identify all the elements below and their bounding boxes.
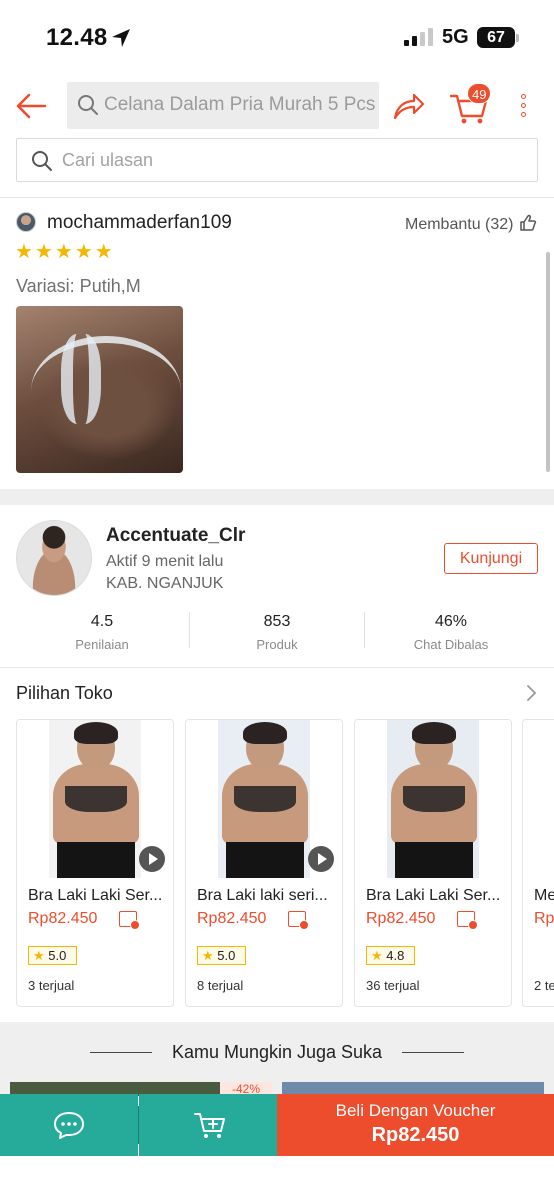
product-title: Bra Laki Laki Ser... [28,887,163,904]
network-type: 5G [442,26,469,48]
divider [402,1052,464,1053]
back-arrow-icon[interactable] [14,90,50,122]
battery-icon: 67 [477,27,515,48]
product-image [355,720,511,878]
bottom-action-bar: Beli Dengan Voucher Rp82.450 [0,1094,554,1156]
add-to-cart-icon [194,1113,225,1138]
search-icon [32,151,52,171]
divider [0,667,554,668]
chevron-right-icon[interactable] [524,684,538,702]
product-sold-count: 8 terjual [197,978,244,993]
location-arrow-icon [112,29,130,47]
share-icon[interactable] [392,91,426,121]
visit-shop-button[interactable]: Kunjungi [444,543,538,574]
shop-stat-products: 853 Produk [190,613,364,652]
star-icon: ★ [54,241,73,263]
product-sold-count: 36 terjual [366,978,420,993]
cellular-signal-icon [404,28,434,46]
cart-count-badge: 49 [467,83,492,104]
product-card[interactable]: Bra Laki Laki Ser... Rp82.450 ★ 4.8 36 t… [354,719,512,1007]
scrollbar[interactable] [546,252,550,472]
voucher-icon [119,911,140,930]
shop-info: Accentuate_Clr Aktif 9 menit lalu KAB. N… [0,505,554,667]
product-price: Rp [534,910,554,927]
star-rating: ★ ★ ★ ★ ★ [15,242,113,262]
home-indicator-area [0,1156,554,1200]
review-search-input[interactable]: Cari ulasan [16,138,538,182]
product-title: Bra Laki laki seri... [197,887,328,904]
buy-with-voucher-button[interactable]: Beli Dengan Voucher Rp82.450 [277,1094,554,1156]
more-options-icon[interactable] [512,94,534,122]
recommendation-heading: Kamu Mungkin Juga Suka [171,1042,383,1062]
product-sold-count: 3 terjual [28,978,75,993]
stat-value: 46% [434,613,468,630]
shop-avatar[interactable] [16,520,92,596]
section-separator [0,489,554,505]
status-time: 12.48 [46,24,108,51]
product-card[interactable]: Bra Laki Laki Ser... Rp82.450 ★ 5.0 3 te… [16,719,174,1007]
search-icon [78,95,98,115]
review-search-placeholder: Cari ulasan [62,150,154,170]
product-image [17,720,173,878]
product-title: Me [534,887,554,904]
stat-label: Produk [256,637,298,652]
product-sold-count: 2 te [534,978,554,993]
product-rating: ★ 5.0 [197,946,246,965]
add-to-cart-button[interactable] [139,1094,277,1156]
top-bar: Celana Dalam Pria Murah 5 Pcs 49 [0,72,554,142]
product-price: Rp82.450 [197,910,267,927]
product-card[interactable]: Bra Laki laki seri... Rp82.450 ★ 5.0 8 t… [185,719,343,1007]
review-photo[interactable] [16,306,183,473]
shop-stat-rating: 4.5 Penilaian [15,613,189,652]
star-icon: ★ [74,241,93,263]
product-title: Bra Laki Laki Ser... [366,887,501,904]
chat-icon [54,1112,84,1139]
thumbs-up-icon[interactable] [519,214,537,232]
shop-picks-carousel[interactable]: Bra Laki Laki Ser... Rp82.450 ★ 5.0 3 te… [16,719,554,1007]
product-price: Rp82.450 [28,910,98,927]
play-video-icon [308,846,334,872]
status-bar: 12.48 5G 67 [0,0,554,72]
shop-active-status: Aktif 9 menit lalu [106,553,224,570]
product-search-input[interactable]: Celana Dalam Pria Murah 5 Pcs [67,82,379,129]
product-price: Rp82.450 [366,910,436,927]
chat-button[interactable] [0,1094,138,1156]
buy-button-label: Beli Dengan Voucher [335,1101,496,1120]
play-video-icon [139,846,165,872]
stat-label: Penilaian [75,637,129,652]
product-card[interactable]: Me Rp 2 te [522,719,554,1007]
stat-label: Chat Dibalas [413,637,489,652]
battery-cap [516,34,519,42]
star-icon: ★ [15,241,33,263]
product-rating: ★ 5.0 [28,946,77,965]
shop-name[interactable]: Accentuate_Clr [106,525,245,547]
star-icon: ★ [34,241,53,263]
stat-value: 853 [263,613,291,630]
review-variant: Variasi: Putih,M [16,276,141,296]
reviewer-avatar [16,212,36,232]
shop-location: KAB. NGANJUK [106,575,224,592]
search-placeholder: Celana Dalam Pria Murah 5 Pcs [104,94,376,115]
reviewer-username: mochammaderfan109 [47,212,232,233]
helpful-count[interactable]: Membantu (32) [405,216,514,234]
stat-value: 4.5 [90,613,114,630]
shop-stat-chat: 46% Chat Dibalas [364,613,538,652]
product-image [186,720,342,878]
voucher-icon [457,911,478,930]
shop-picks-heading: Pilihan Toko [16,683,113,703]
product-rating: ★ 4.8 [366,946,415,965]
voucher-icon [288,911,309,930]
review-item: mochammaderfan109 Membantu (32) ★ ★ ★ ★ … [0,198,554,488]
buy-button-price: Rp82.450 [371,1124,460,1146]
star-icon: ★ [94,241,113,263]
